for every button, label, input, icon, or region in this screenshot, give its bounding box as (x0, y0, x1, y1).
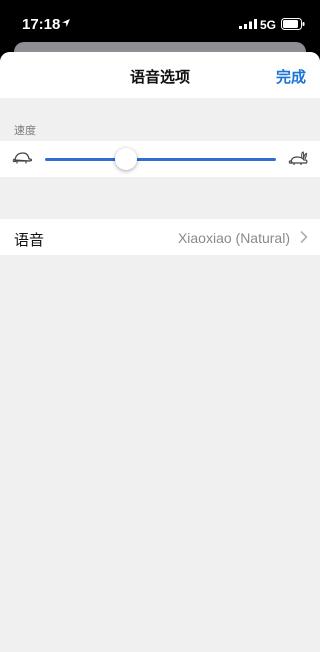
page-title: 语音选项 (129, 69, 190, 86)
signal-icon (239, 19, 257, 29)
location-arrow-icon (62, 19, 70, 27)
nav-header: 语音选项 完成 (0, 52, 320, 98)
voice-value: Xiaoxiao (Natural) (177, 230, 290, 246)
chevron-right-icon (300, 231, 308, 243)
speed-slider-track[interactable] (45, 158, 276, 161)
status-time: 17:18 (22, 16, 61, 33)
battery-icon (281, 18, 305, 30)
speed-row (0, 141, 320, 177)
status-bar: 17:18 5G (0, 0, 320, 44)
turtle-icon (12, 152, 32, 164)
rabbit-icon (288, 151, 308, 165)
done-button[interactable]: 完成 (276, 66, 306, 87)
network-label: 5G (260, 18, 277, 32)
voice-label: 语音 (14, 232, 45, 249)
voice-options-sheet: 语音选项 完成 速度 语音 Xiaoxiao (Natural) (0, 52, 320, 652)
speed-section-label: 速度 (14, 125, 36, 137)
voice-row[interactable]: 语音 Xiaoxiao (Natural) (0, 219, 320, 255)
speed-slider-thumb[interactable] (114, 148, 137, 170)
